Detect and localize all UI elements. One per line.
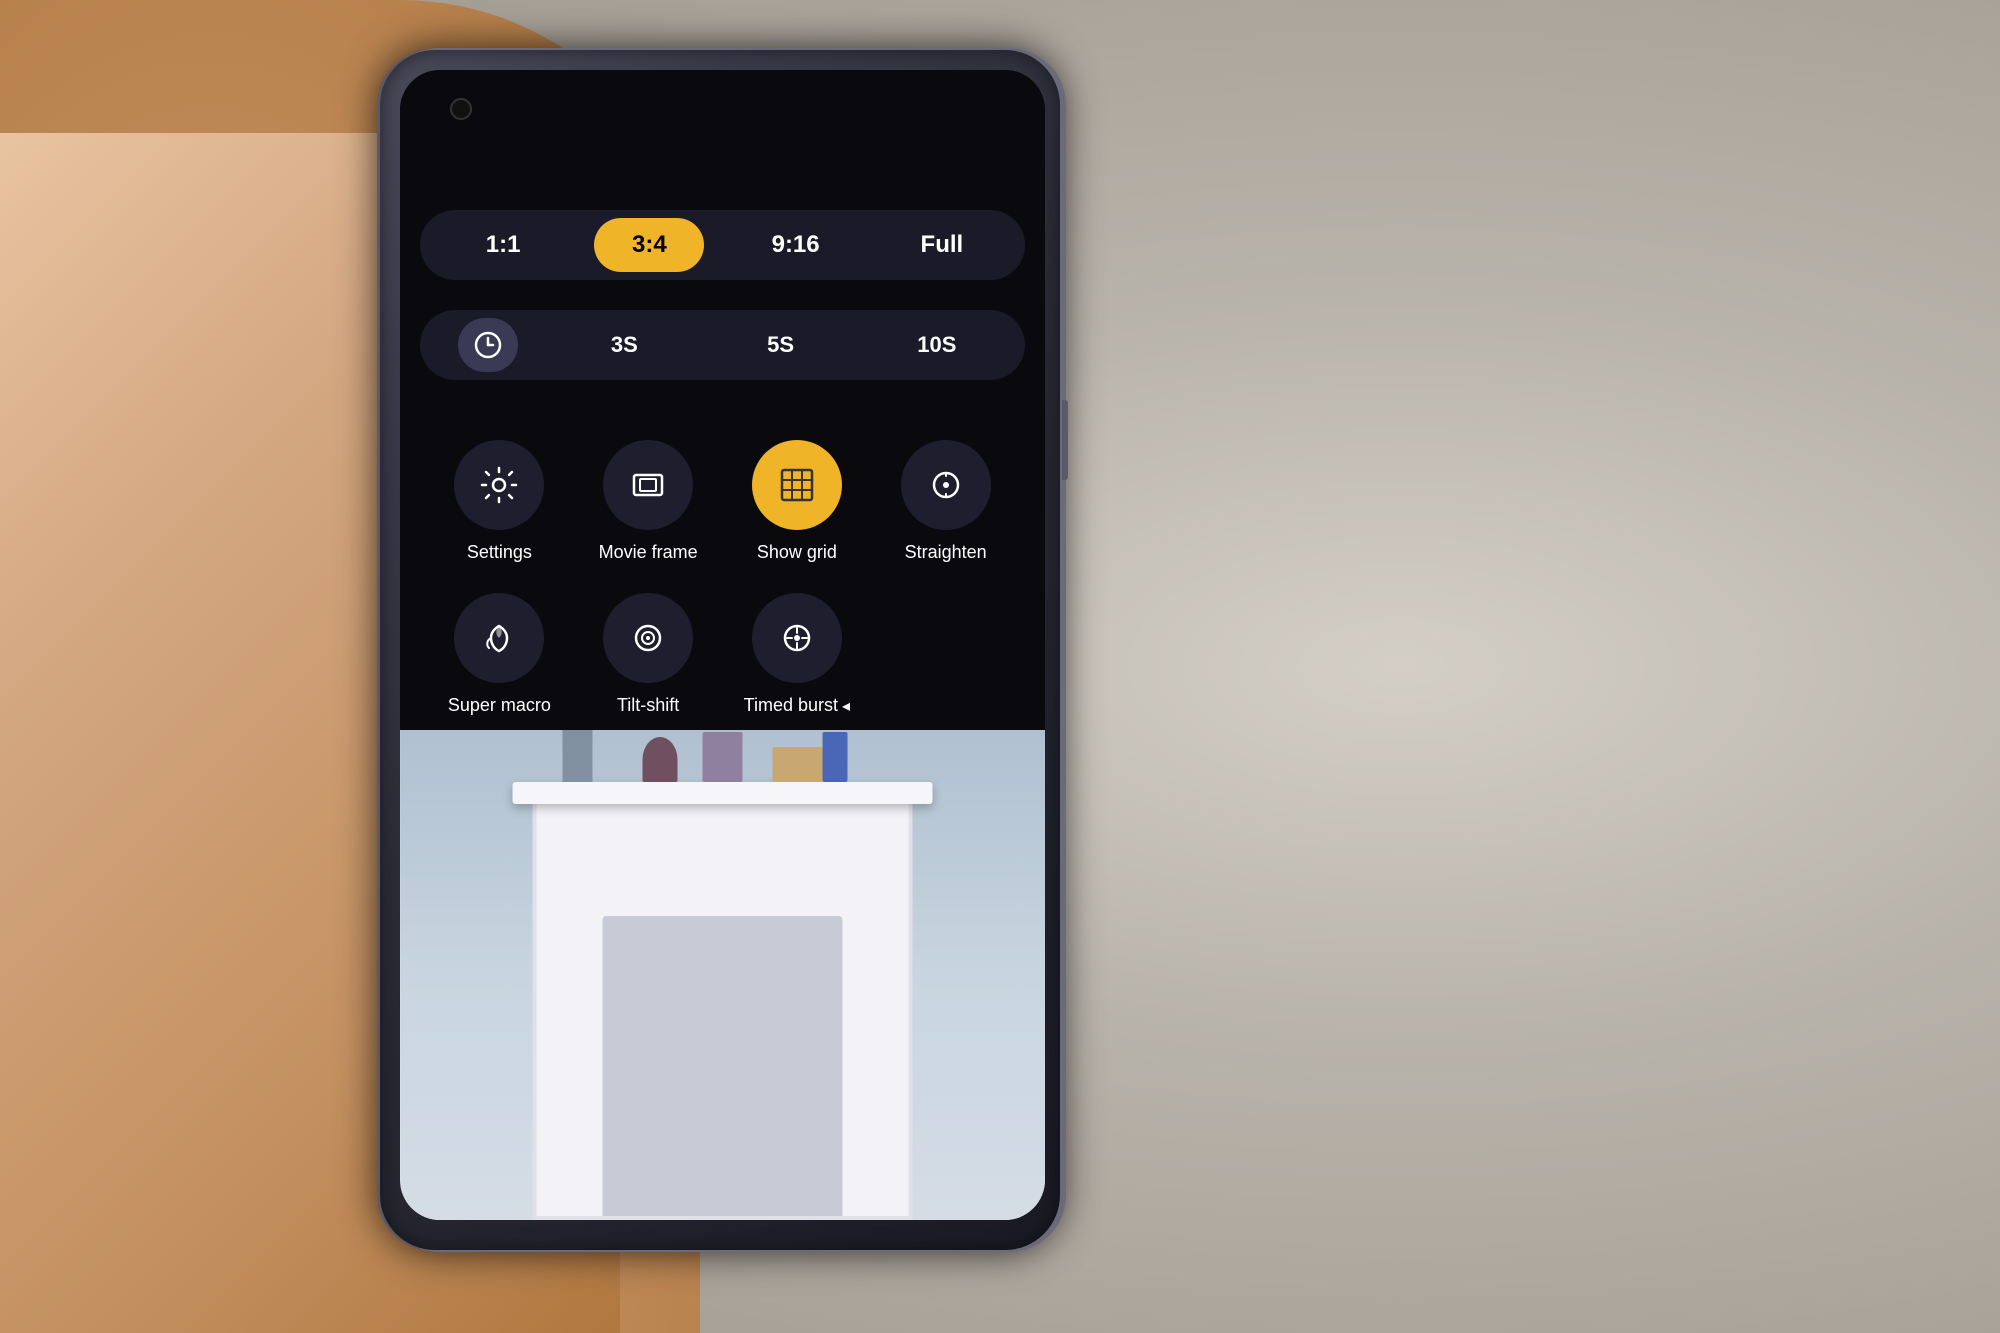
menu-area: 1:1 3:4 9:16 Full 3S 5S 10S bbox=[400, 70, 1045, 770]
ratio-3-4-button[interactable]: 3:4 bbox=[594, 218, 704, 272]
timed-burst-label: Timed burst bbox=[744, 695, 838, 716]
movie-frame-label: Movie frame bbox=[599, 542, 698, 563]
movie-frame-icon-circle bbox=[603, 440, 693, 530]
camera-preview bbox=[400, 730, 1045, 1220]
movie-frame-item[interactable]: Movie frame bbox=[579, 440, 718, 563]
shelf-decoration-3 bbox=[823, 732, 848, 782]
show-grid-item[interactable]: Show grid bbox=[728, 440, 867, 563]
phone-screen: 1:1 3:4 9:16 Full 3S 5S 10S bbox=[400, 70, 1045, 1220]
timer-10s-button[interactable]: 10S bbox=[887, 318, 987, 372]
shelf-decoration-5 bbox=[643, 737, 678, 782]
timer-5s-button[interactable]: 5S bbox=[731, 318, 831, 372]
show-grid-label: Show grid bbox=[757, 542, 837, 563]
mantel-shelf bbox=[513, 782, 933, 804]
shelf-decoration-1 bbox=[563, 730, 593, 782]
super-macro-icon-circle bbox=[454, 593, 544, 683]
shelf-decoration-4 bbox=[773, 747, 823, 782]
tilt-shift-label: Tilt-shift bbox=[617, 695, 679, 716]
settings-icon-circle bbox=[454, 440, 544, 530]
timer-off-button[interactable] bbox=[458, 318, 518, 372]
settings-label: Settings bbox=[467, 542, 532, 563]
timed-burst-icon-circle bbox=[752, 593, 842, 683]
tilt-shift-item[interactable]: Tilt-shift bbox=[579, 593, 718, 716]
icon-grid: Settings Movie frame bbox=[420, 430, 1025, 726]
timed-burst-indicator: ◂ bbox=[842, 696, 850, 716]
fireplace-container bbox=[400, 730, 1045, 1220]
ratio-9-16-button[interactable]: 9:16 bbox=[741, 218, 851, 272]
straighten-icon-circle bbox=[901, 440, 991, 530]
tilt-shift-icon-circle bbox=[603, 593, 693, 683]
camera-hole bbox=[450, 98, 472, 120]
fireplace-mantel bbox=[533, 800, 913, 1220]
settings-item[interactable]: Settings bbox=[430, 440, 569, 563]
fireplace-opening bbox=[603, 916, 843, 1216]
straighten-label: Straighten bbox=[905, 542, 987, 563]
shelf-decoration-2 bbox=[703, 732, 743, 782]
ratio-1-1-button[interactable]: 1:1 bbox=[448, 218, 558, 272]
aspect-ratio-row: 1:1 3:4 9:16 Full bbox=[420, 210, 1025, 280]
super-macro-item[interactable]: Super macro bbox=[430, 593, 569, 716]
ratio-full-button[interactable]: Full bbox=[887, 218, 997, 272]
timer-row: 3S 5S 10S bbox=[420, 310, 1025, 380]
timer-3s-button[interactable]: 3S bbox=[574, 318, 674, 372]
straighten-item[interactable]: Straighten bbox=[876, 440, 1015, 563]
super-macro-label: Super macro bbox=[448, 695, 551, 716]
timed-burst-item[interactable]: Timed burst ◂ bbox=[728, 593, 867, 716]
show-grid-icon-circle bbox=[752, 440, 842, 530]
volume-button[interactable] bbox=[1062, 400, 1068, 480]
